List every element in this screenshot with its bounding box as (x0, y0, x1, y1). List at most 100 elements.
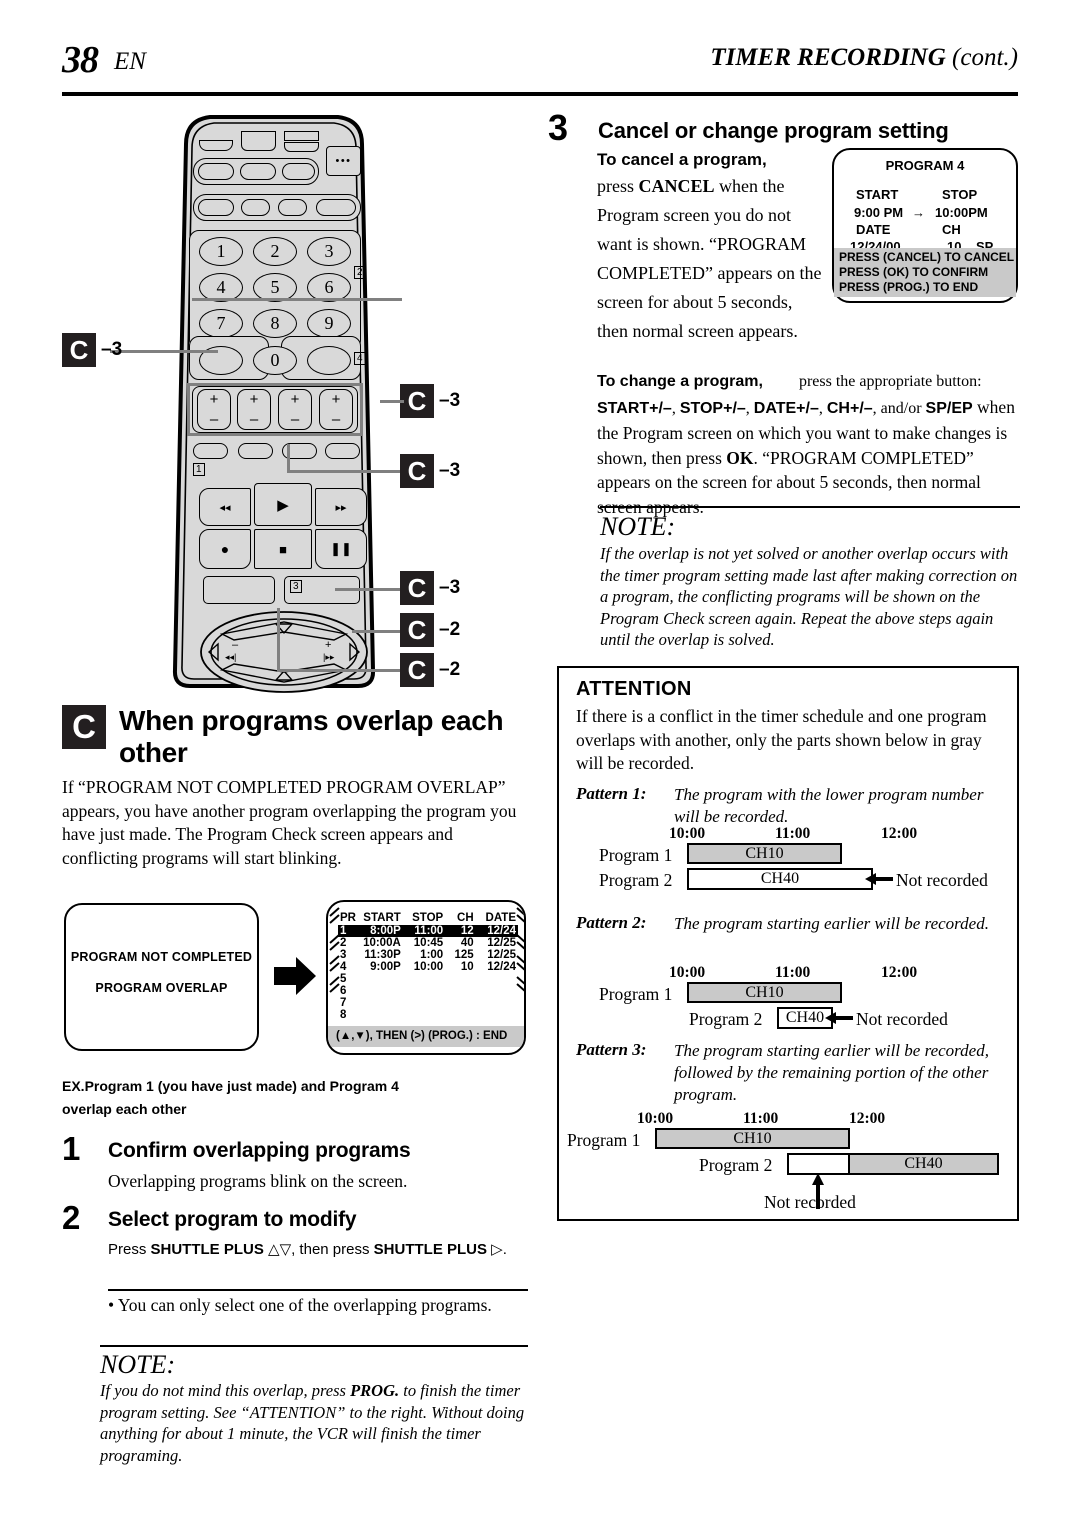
remote-button-b4[interactable] (316, 199, 356, 216)
program-check-table: PR START STOP CH DATE 1 8:00P 11:00 12 1… (338, 912, 518, 1021)
cell-stop: 11:00 (414, 925, 444, 937)
section-title-text: TIMER RECORDING (710, 44, 946, 71)
badge-c-3: C (400, 571, 434, 605)
col-date: DATE (485, 912, 516, 924)
table-row[interactable]: 5 (338, 973, 518, 985)
table-row[interactable]: 6 (338, 985, 518, 997)
step-3-number: 3 (548, 107, 569, 148)
remote-pause-button[interactable]: ❚❚ (315, 529, 367, 569)
pattern-1-row-2-label: Program 2 (599, 870, 673, 890)
table-row[interactable]: 2 10:00A 10:45 40 12/25 (338, 937, 518, 949)
page-language: EN (114, 48, 146, 75)
callout-step-3: –3 (439, 577, 461, 598)
remote-fastforward-button[interactable]: ▸▸ (315, 488, 367, 526)
note-left-divider (100, 1345, 528, 1347)
example-line-1: EX.Program 1 (you have just made) and Pr… (62, 1078, 532, 1096)
btn-stop: STOP+/– (679, 399, 746, 417)
badge-c-1: C (400, 384, 434, 418)
pattern-1-arrow-icon (865, 873, 893, 885)
cell-pr: 5 (340, 973, 347, 985)
overlap-line-1: PROGRAM NOT COMPLETED (70, 950, 253, 964)
col-pr: PR (340, 912, 356, 924)
sep-1: , (671, 399, 680, 417)
pattern-2-bar-1: CH10 (687, 982, 842, 1003)
remote-stop-button[interactable]: ■ (254, 529, 312, 569)
remote-key-2[interactable]: 2 (253, 237, 297, 266)
remote-rewind-button[interactable]: ◂◂ (199, 488, 251, 526)
section-title-suffix: (cont.) (952, 44, 1018, 71)
table-row[interactable]: 8 (338, 1009, 518, 1021)
remote-button-b2[interactable] (241, 199, 270, 216)
ref-mark-1: 1 (193, 463, 205, 476)
program-4-ch-label: CH (942, 222, 961, 237)
remote-key-7[interactable]: 7 (199, 309, 243, 338)
section-c-badge: C (62, 705, 106, 749)
minus-glyph-4: – (331, 411, 341, 428)
pattern-3-desc: The program starting earlier will be rec… (674, 1041, 989, 1104)
badge-c-2: C (400, 454, 434, 488)
manual-page: 3 8 EN TIMER RECORDING (cont.) ••• 1 2 3 (0, 0, 1080, 1526)
leader-line-1b (380, 400, 404, 403)
cell-date: 12/24 (487, 925, 516, 937)
pattern-3-label: Pattern 3: (576, 1040, 647, 1059)
remote-button-c2[interactable] (238, 443, 273, 459)
table-row[interactable]: 3 11:30P 1:00 125 12/25 (338, 949, 518, 961)
cell-date: 12/25 (487, 949, 516, 961)
svg-text:|▸▸: |▸▸ (323, 652, 335, 662)
table-row[interactable]: 7 (338, 997, 518, 1009)
remote-button-b3[interactable] (278, 199, 307, 216)
callout-step-4: –2 (439, 619, 461, 640)
remote-button-a1[interactable] (198, 163, 234, 180)
cell-ch: 12 (460, 925, 474, 937)
col-stop: STOP (412, 912, 444, 924)
example-line-1-text: EX.Program 1 (you have just made) and Pr… (62, 1078, 399, 1094)
plusminus-ch[interactable]: + – (319, 389, 353, 430)
cell-start: 8:00P (370, 925, 401, 937)
callout-c2-b: C –2 (400, 653, 460, 687)
remote-key-3[interactable]: 3 (307, 237, 351, 266)
program-4-start-label: START (856, 187, 899, 202)
remote-key-8[interactable]: 8 (253, 309, 297, 338)
program-4-prompt-1: PRESS (CANCEL) TO CANCEL (839, 250, 1015, 264)
remote-key-0[interactable]: 0 (253, 346, 297, 375)
cancel-body-post: when the Program screen you do not want … (597, 176, 822, 341)
callout-c3-c: C –3 (400, 571, 460, 605)
plusminus-start[interactable]: + – (197, 389, 231, 430)
program-check-header-row: PR START STOP CH DATE (338, 912, 518, 925)
remote-menu-button[interactable]: ••• (326, 146, 361, 176)
btn-spep: SP/EP (925, 399, 973, 417)
table-row[interactable]: 1 8:00P 11:00 12 12/24 (338, 925, 518, 937)
pattern-2-not-recorded: Not recorded (856, 1009, 948, 1029)
overlap-message-screen: PROGRAM NOT COMPLETED PROGRAM OVERLAP (64, 903, 259, 1051)
remote-record-button[interactable]: ● (199, 529, 251, 569)
pattern-2-tick-11: 11:00 (775, 964, 811, 981)
step-2-title: Select program to modify (108, 1208, 357, 1231)
plusminus-stop[interactable]: + – (237, 389, 271, 430)
remote-button-c1[interactable] (193, 443, 228, 459)
remote-button-a3[interactable] (282, 163, 315, 180)
section-c-heading-block: C When programs overlap each other (62, 705, 527, 769)
remote-key-1[interactable]: 1 (199, 237, 243, 266)
change-program-block: To change a program, press the appropriat… (597, 368, 1022, 519)
svg-text:◂◂|: ◂◂| (225, 652, 236, 662)
remote-wide-button-left[interactable] (203, 576, 275, 604)
pattern-1-tick-12: 12:00 (881, 825, 918, 842)
cell-ch: 10 (460, 961, 474, 973)
step-2-mid: △▽, then press (263, 1241, 374, 1258)
plusminus-date[interactable]: + – (278, 389, 312, 430)
step-3-title: Cancel or change program setting (598, 118, 949, 143)
plus-glyph-2: + (249, 391, 259, 408)
remote-button-a2[interactable] (240, 163, 276, 180)
remote-key-9[interactable]: 9 (307, 309, 351, 338)
table-row[interactable]: 4 9:00P 10:00 10 12/24 (338, 961, 518, 973)
remote-play-button[interactable]: ▶ (254, 483, 312, 526)
remote-button-c4[interactable] (325, 443, 360, 459)
program-4-prompt-3: PRESS (PROG.) TO END (839, 280, 979, 294)
step-2-bullet: • You can only select one of the overlap… (108, 1295, 492, 1315)
leader-line-left (110, 350, 218, 353)
remote-button-b1[interactable] (198, 199, 234, 216)
pattern-2-tick-12: 12:00 (881, 964, 918, 981)
remote-key-ok[interactable] (307, 346, 351, 375)
program-4-stop-time: 10:00PM (935, 205, 988, 220)
pattern-2-desc: The program starting earlier will be rec… (674, 914, 989, 933)
